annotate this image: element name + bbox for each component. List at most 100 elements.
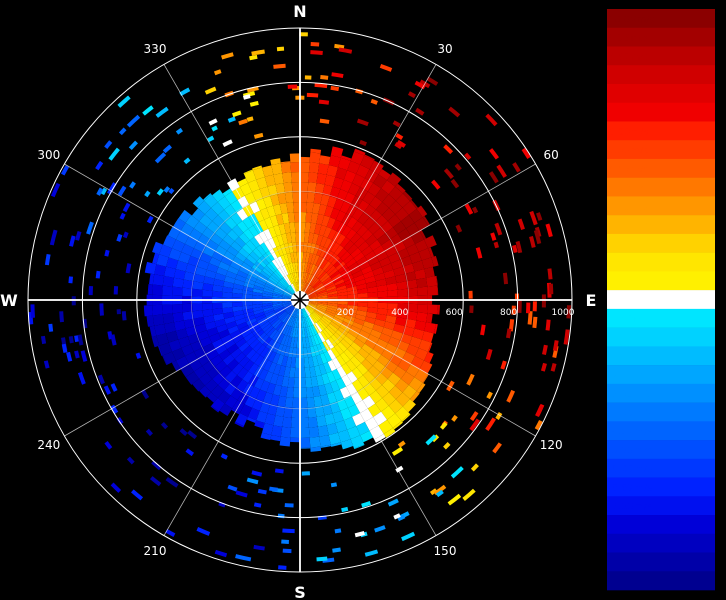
scatter-cell — [104, 249, 110, 257]
scatter-cell — [276, 46, 285, 52]
scatter-cell — [529, 235, 536, 248]
velocity-cell — [172, 277, 184, 288]
scatter-cell — [128, 140, 138, 151]
range-label: 400 — [391, 308, 408, 318]
scatter-cell — [238, 118, 248, 126]
scatter-cell — [74, 350, 80, 359]
scatter-cell — [475, 247, 483, 259]
scatter-cell — [525, 302, 531, 314]
scatter-cell — [154, 152, 167, 164]
scatter-cell — [282, 528, 295, 534]
scatter-cell — [253, 502, 262, 508]
velocity-cell — [308, 172, 318, 184]
scatter-cell — [162, 144, 172, 154]
scatter-cell — [379, 63, 393, 72]
scatter-cell — [103, 385, 112, 395]
scatter-cell — [505, 328, 512, 339]
scatter-cell — [466, 373, 475, 386]
scatter-cell — [165, 476, 179, 488]
scatter-cell — [211, 125, 218, 132]
scatter-cell — [122, 231, 129, 239]
scatter-cell — [278, 565, 287, 570]
scatter-cell — [464, 203, 474, 215]
scatter-cell — [470, 463, 479, 472]
velocity-cell — [290, 427, 300, 438]
scatter-cell — [208, 118, 218, 126]
scatter-cell — [397, 440, 406, 448]
velocity-cell — [162, 304, 173, 315]
scatter-cell — [43, 360, 50, 369]
scatter-cell — [490, 232, 497, 241]
scatter-cell — [44, 253, 51, 266]
scatter-cell — [277, 513, 285, 519]
bearing-label: 120 — [540, 438, 563, 452]
scatter-cell — [61, 343, 68, 353]
scatter-cell — [310, 41, 320, 47]
velocity-cell — [306, 192, 316, 203]
scatter-cell — [512, 162, 521, 173]
scatter-cell — [40, 335, 47, 345]
velocity-cell — [300, 172, 309, 183]
scatter-cell — [485, 348, 493, 361]
velocity-cell — [172, 312, 184, 323]
scatter-cell — [88, 286, 94, 296]
velocity-cell — [182, 303, 193, 313]
scatter-cell — [540, 362, 547, 372]
scatter-cell — [359, 139, 367, 147]
bearing-label: 150 — [434, 544, 457, 558]
scatter-cell — [222, 139, 233, 147]
legend-label: 0.67m/s — [608, 277, 649, 288]
scatter-cell — [77, 371, 86, 385]
velocity-cell — [152, 284, 163, 296]
scatter-cell — [341, 506, 349, 513]
scatter-cell — [489, 148, 500, 160]
scatter-cell — [68, 335, 74, 344]
legend-label: -3.33m/s — [608, 389, 652, 400]
velocity-cell — [300, 387, 307, 398]
scatter-cell — [446, 380, 455, 392]
scatter-cell — [221, 52, 234, 60]
range-label: 200 — [337, 308, 354, 318]
velocity-cell — [300, 202, 307, 213]
velocity-cell — [407, 303, 418, 313]
scatter-cell — [110, 482, 122, 493]
scatter-cell — [251, 49, 265, 56]
velocity-cell — [280, 162, 292, 174]
center-marker — [291, 291, 309, 309]
scatter-cell — [274, 468, 284, 474]
scatter-cell — [532, 301, 537, 312]
scatter-cell — [185, 448, 195, 457]
legend-label: -7.33m/s — [608, 502, 652, 513]
velocity-cell — [300, 156, 310, 163]
compass-north: N — [293, 2, 306, 21]
scatter-cell — [448, 106, 461, 118]
bearing-label: 240 — [37, 438, 60, 452]
velocity-cell — [291, 182, 300, 193]
scatter-cell — [257, 488, 267, 495]
scatter-cell — [50, 182, 61, 198]
scatter-cell — [536, 212, 543, 221]
scatter-cell — [318, 99, 330, 105]
legend-label: 5.33m/s — [608, 146, 649, 157]
scatter-cell — [480, 324, 486, 336]
scatter-cell — [204, 86, 217, 95]
scatter-cell — [550, 362, 557, 372]
radar-polar-plot: 200 400 600 800 1000 30 60 120 150 210 240 300 330 N S… — [0, 2, 596, 600]
velocity-cell — [416, 312, 428, 323]
scatter-cell — [175, 127, 184, 135]
scatter-cell — [306, 92, 319, 98]
legend-label: 7.33m/s — [608, 89, 649, 100]
scatter-cell — [253, 544, 265, 551]
scatter-cell — [517, 218, 525, 230]
scatter-cell — [125, 263, 132, 274]
scatter-cell — [251, 470, 263, 477]
scatter-cell — [514, 293, 519, 300]
scatter-cell — [235, 490, 248, 498]
legend-label: -1.33m/s — [608, 333, 652, 344]
scatter-cell — [110, 334, 117, 346]
scatter-cell — [462, 488, 476, 502]
range-label: 800 — [500, 308, 517, 318]
legend-label: -10.00m/s — [608, 577, 659, 588]
scatter-cell — [443, 168, 454, 179]
velocity-cell — [192, 288, 203, 297]
